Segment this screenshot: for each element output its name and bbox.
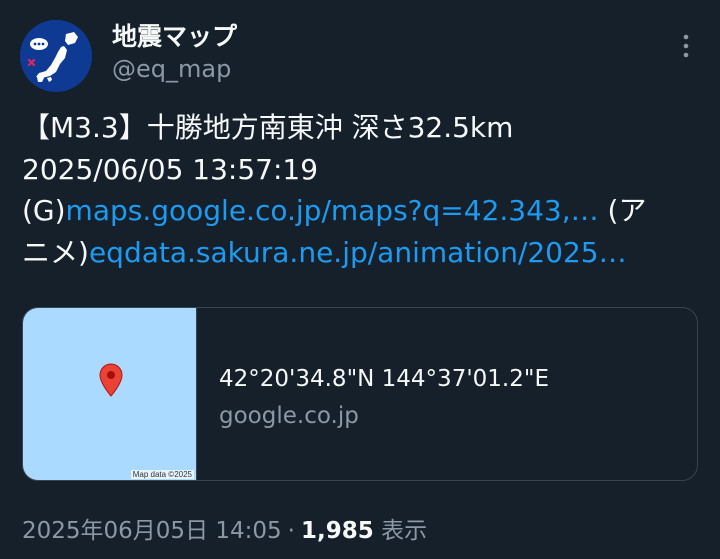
tweet-line-google-link: (G)maps.google.co.jp/maps?q=42.343,… (ア bbox=[22, 190, 698, 232]
map-pin-icon bbox=[99, 363, 123, 397]
animation-link[interactable]: eqdata.sakura.ne.jp/animation/2025… bbox=[89, 236, 627, 269]
tweet-meta: 2025年06月05日 14:05 · 1,985 表示 bbox=[22, 511, 427, 545]
tweet-line-datetime: 2025/06/05 13:57:19 bbox=[22, 152, 319, 186]
tweet-line-anime-link: ニメ)eqdata.sakura.ne.jp/animation/2025… bbox=[22, 232, 698, 274]
google-prefix: (G) bbox=[22, 194, 66, 227]
user-handle[interactable]: @eq_map bbox=[112, 55, 231, 83]
link-preview-card[interactable]: Map data ©2025 42°20'34.8"N 144°37'01.2"… bbox=[22, 307, 698, 481]
user-avatar[interactable] bbox=[20, 20, 92, 92]
map-thumbnail[interactable]: Map data ©2025 bbox=[23, 308, 197, 480]
card-coordinates-title[interactable]: 42°20'34.8"N 144°37'01.2"E bbox=[219, 366, 549, 392]
timestamp[interactable]: 2025年06月05日 14:05 bbox=[22, 518, 282, 544]
display-name[interactable]: 地震マップ bbox=[112, 17, 237, 53]
card-domain: google.co.jp bbox=[219, 403, 359, 429]
anime-close-label: ニメ) bbox=[22, 235, 89, 269]
anime-open-label: (ア bbox=[598, 194, 647, 227]
map-attribution: Map data ©2025 bbox=[130, 470, 194, 479]
tweet-text: 【M3.3】十勝地方南東沖 深さ32.5km 2025/06/05 13:57:… bbox=[22, 107, 698, 273]
tweet-line-magnitude: 【M3.3】十勝地方南東沖 深さ32.5km bbox=[22, 111, 514, 144]
google-maps-link[interactable]: maps.google.co.jp/maps?q=42.343,… bbox=[66, 194, 599, 227]
views-label: 表示 bbox=[381, 518, 428, 544]
meta-separator: · bbox=[287, 518, 295, 544]
tweet-container: 地震マップ @eq_map 【M3.3】十勝地方南東沖 深さ32.5km 202… bbox=[0, 0, 720, 559]
views-count: 1,985 bbox=[300, 518, 374, 544]
more-options-button[interactable] bbox=[672, 30, 700, 62]
more-vertical-icon bbox=[683, 34, 689, 58]
japan-map-avatar-icon bbox=[20, 20, 92, 92]
